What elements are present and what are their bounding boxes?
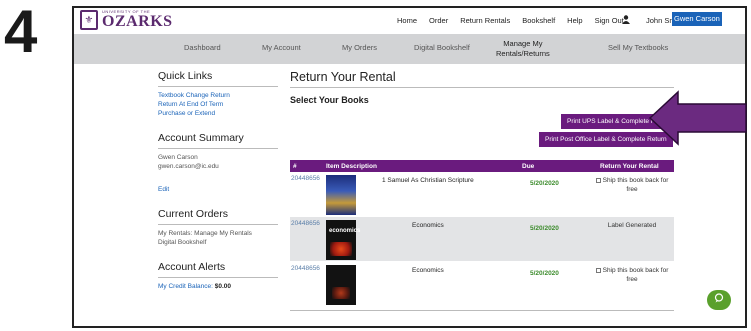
header-return: Return Your Rental	[600, 163, 659, 170]
step-number: 4	[4, 0, 38, 65]
row-due-date: 5/20/2020	[530, 180, 559, 187]
current-orders-title: Current Orders	[158, 208, 278, 225]
university-logo[interactable]: ⚜ UNIVERSITY OF THE OZARKS	[80, 10, 173, 30]
link-purchase-or-extend[interactable]: Purchase or Extend	[158, 109, 278, 118]
top-bar: ⚜ UNIVERSITY OF THE OZARKS Home Order Re…	[74, 8, 745, 34]
sidebar: Quick Links Textbook Change Return Retur…	[158, 70, 278, 291]
row-return-option: Ship this book back for free	[592, 177, 672, 194]
current-orders-digital[interactable]: Digital Bookshelf	[158, 238, 278, 247]
main-content: Return Your Rental Select Your Books	[290, 70, 674, 105]
nav-bookshelf[interactable]: Bookshelf	[522, 16, 555, 25]
user-badge[interactable]: Gwen Carson	[672, 12, 722, 26]
nav-order[interactable]: Order	[429, 16, 448, 25]
book-cover	[326, 265, 356, 305]
ship-back-checkbox[interactable]	[595, 177, 601, 183]
row-description: 1 Samuel As Christian Scripture	[382, 177, 474, 184]
row-return-status: Label Generated	[607, 222, 657, 229]
row-description: Economics	[412, 222, 444, 229]
row-isbn[interactable]: 20448656	[291, 265, 324, 272]
edit-link[interactable]: Edit	[158, 185, 278, 194]
sub-nav: Dashboard My Account My Orders Digital B…	[74, 34, 745, 64]
row-description: Economics	[412, 267, 444, 274]
top-nav: Home Order Return Rentals Bookshelf Help…	[397, 16, 636, 25]
account-email: gwen.carson@ic.edu	[158, 163, 219, 170]
ship-back-checkbox[interactable]	[595, 267, 601, 273]
chat-icon[interactable]	[707, 290, 731, 310]
account-summary-title: Account Summary	[158, 132, 278, 149]
subnav-my-orders[interactable]: My Orders	[342, 43, 377, 52]
book-cover: economics	[326, 220, 360, 260]
header-num: #	[293, 163, 297, 170]
row-return-option: Ship this book back for free	[592, 267, 672, 284]
table-row: 20448656 Economics 5/20/2020 Ship this b…	[290, 262, 674, 307]
nav-return-rentals[interactable]: Return Rentals	[460, 16, 510, 25]
table-row: 20448656 economics Economics 5/20/2020 L…	[290, 217, 674, 262]
row-due-date: 5/20/2020	[530, 225, 559, 232]
nav-home[interactable]: Home	[397, 16, 417, 25]
header-due: Due	[522, 163, 535, 170]
subnav-my-account[interactable]: My Account	[262, 43, 301, 52]
user-icon[interactable]	[622, 15, 630, 26]
seal-icon: ⚜	[80, 10, 98, 30]
row-due-date: 5/20/2020	[530, 270, 559, 277]
browser-frame: ⚜ UNIVERSITY OF THE OZARKS Home Order Re…	[72, 6, 747, 328]
row-isbn[interactable]: 20448656	[291, 220, 324, 227]
nav-sign-out[interactable]: Sign Out	[595, 16, 624, 25]
subnav-sell-textbooks[interactable]: Sell My Textbooks	[608, 43, 668, 52]
page-title: Return Your Rental	[290, 70, 674, 88]
page-subtitle: Select Your Books	[290, 95, 369, 105]
current-orders-rentals[interactable]: My Rentals: Manage My Rentals	[158, 229, 278, 238]
table-header: # Item Description Due Return Your Renta…	[290, 160, 674, 172]
quick-links-title: Quick Links	[158, 70, 278, 87]
link-textbook-change-return[interactable]: Textbook Change Return	[158, 91, 278, 100]
header-description: Item Description	[326, 163, 377, 170]
nav-help[interactable]: Help	[567, 16, 582, 25]
logo-name: OZARKS	[102, 13, 173, 30]
row-isbn[interactable]: 20448656	[291, 175, 324, 182]
rentals-table: # Item Description Due Return Your Renta…	[290, 160, 674, 311]
credit-balance: My Credit Balance: $0.00	[158, 283, 232, 290]
account-name: Gwen Carson	[158, 154, 198, 161]
arrow-left-icon	[648, 90, 747, 146]
link-return-end-of-term[interactable]: Return At End Of Term	[158, 100, 278, 109]
subnav-manage-rentals[interactable]: Manage My Rentals/Returns	[496, 39, 550, 59]
table-row: 20448656 1 Samuel As Christian Scripture…	[290, 172, 674, 217]
account-alerts-title: Account Alerts	[158, 261, 278, 278]
book-cover	[326, 175, 356, 215]
subnav-dashboard[interactable]: Dashboard	[184, 43, 221, 52]
subnav-digital-bookshelf[interactable]: Digital Bookshelf	[414, 43, 470, 52]
